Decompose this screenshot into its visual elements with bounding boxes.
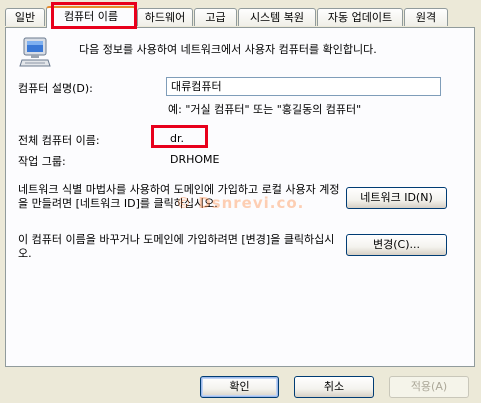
network-id-button[interactable]: 네트워크 ID(N) bbox=[346, 187, 447, 209]
cancel-button[interactable]: 취소 bbox=[294, 376, 374, 398]
tab-hardware[interactable]: 하드웨어 bbox=[137, 8, 193, 26]
tab-automatic-updates[interactable]: 자동 업데이트 bbox=[317, 8, 403, 26]
description-example: 예: "거실 컴퓨터" 또는 "홍길동의 컴퓨터" bbox=[168, 103, 362, 116]
tab-advanced[interactable]: 고급 bbox=[194, 8, 237, 26]
intro-text: 다음 정보를 사용하여 네트워크에서 사용자 컴퓨터를 확인합니다. bbox=[79, 43, 377, 56]
full-name-label: 전체 컴퓨터 이름: bbox=[18, 134, 100, 147]
workgroup-label: 작업 그룹: bbox=[18, 155, 66, 168]
highlight-box-name bbox=[151, 125, 208, 148]
computer-icon bbox=[19, 37, 51, 67]
tab-page: 다음 정보를 사용하여 네트워크에서 사용자 컴퓨터를 확인합니다. 컴퓨터 설… bbox=[5, 27, 475, 367]
tab-system-restore[interactable]: 시스템 복원 bbox=[238, 8, 316, 26]
ok-button[interactable]: 확인 bbox=[200, 376, 279, 398]
apply-button[interactable]: 적용(A) bbox=[389, 376, 469, 398]
change-text: 이 컴퓨터 이름을 바꾸거나 도메인에 가입하려면 [변경]을 클릭하십시오. bbox=[18, 233, 335, 260]
tab-remote[interactable]: 원격 bbox=[404, 8, 448, 26]
tab-general[interactable]: 일반 bbox=[5, 8, 45, 26]
watermark: © Dsnrevi.co. bbox=[176, 194, 305, 212]
description-label: 컴퓨터 설명(D): bbox=[18, 82, 93, 95]
highlight-box-tab bbox=[51, 2, 137, 29]
change-button[interactable]: 변경(C)... bbox=[346, 234, 447, 256]
description-input[interactable]: 대류컴퓨터 bbox=[166, 77, 441, 96]
workgroup-value: DRHOME bbox=[170, 153, 220, 166]
